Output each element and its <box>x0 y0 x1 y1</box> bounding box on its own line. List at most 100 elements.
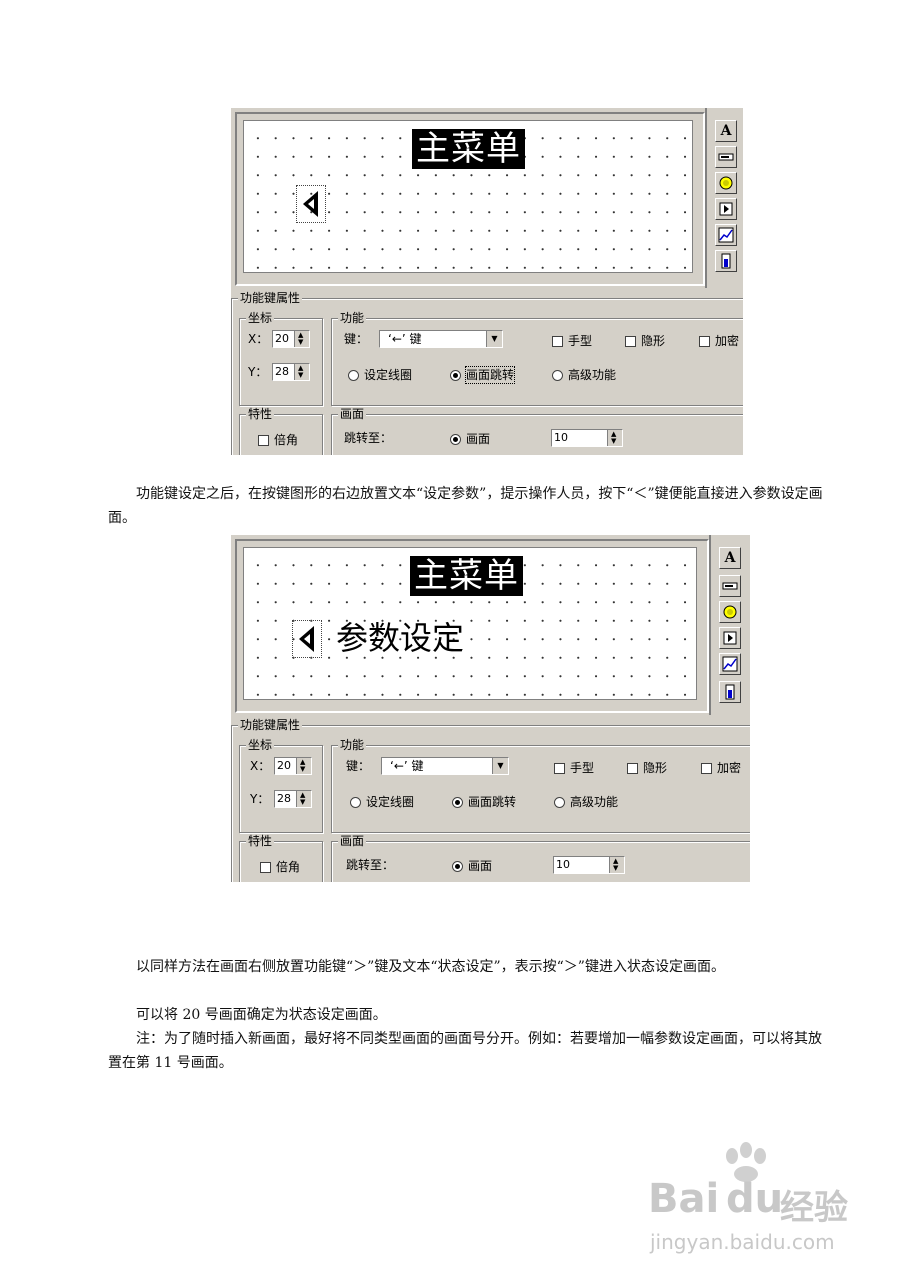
tool-palette: A <box>705 108 743 288</box>
double-size-checkbox[interactable] <box>258 435 269 446</box>
screen-canvas-frame: 主菜单 参数设定 <box>235 539 709 713</box>
watermark-product: 经验 <box>780 1188 848 1228</box>
input-field-tool-icon[interactable] <box>719 575 741 597</box>
lamp-tool-icon[interactable] <box>715 172 737 194</box>
set-coil-radio[interactable] <box>350 797 361 808</box>
left-function-key[interactable] <box>292 620 322 658</box>
editor-screenshot-2: 主菜单 参数设定 A 功能键属性 坐标 X： 20 ▲ ▼ Y： 28 ▲ ▼ 功能 键… <box>231 535 750 882</box>
paragraph-1: 功能键设定之后，在按键图形的右边放置文本“设定参数”，提示操作人员，按下“＜”键… <box>108 486 823 526</box>
hidden-checkbox[interactable] <box>625 336 636 347</box>
encrypt-checkbox[interactable] <box>699 336 710 347</box>
function-legend: 功能 <box>338 311 367 325</box>
screen-number-value: 10 <box>556 858 570 871</box>
hidden-label: 隐形 <box>641 334 666 348</box>
chevron-down-icon: ▼ <box>486 331 502 347</box>
screen-number-stepper[interactable]: 10 ▲ ▼ <box>553 856 625 874</box>
function-key-properties-title: 功能键属性 <box>238 718 303 732</box>
left-function-key[interactable] <box>296 185 326 223</box>
screen-radio-label: 画面 <box>466 432 491 446</box>
left-arrow-key-icon <box>299 626 314 652</box>
x-stepper[interactable]: 20 ▲ ▼ <box>274 757 312 775</box>
hand-label: 手型 <box>570 761 595 775</box>
hand-checkbox[interactable] <box>554 763 565 774</box>
screen-radio[interactable] <box>450 434 461 445</box>
double-size-checkbox[interactable] <box>260 862 271 873</box>
double-size-label: 倍角 <box>274 433 299 447</box>
encrypt-label: 加密 <box>717 761 742 775</box>
key-label: 键： <box>346 759 371 773</box>
advanced-label: 高级功能 <box>568 368 617 382</box>
double-size-label: 倍角 <box>276 860 301 874</box>
paragraph-3: 可以将 20 号画面确定为状态设定画面。 <box>136 1007 387 1023</box>
text-tool-icon[interactable]: A <box>719 547 741 569</box>
screen-jump-radio[interactable] <box>450 370 461 381</box>
key-select-value: ‘←’ 键 <box>390 759 424 773</box>
paragraph-2: 以同样方法在画面右侧放置功能键“＞”键及文本“状态设定”，表示按“＞”键进入状态… <box>136 959 725 975</box>
y-stepper[interactable]: 28 ▲ ▼ <box>272 363 310 381</box>
hand-checkbox[interactable] <box>552 336 563 347</box>
x-value: 20 <box>277 759 291 772</box>
main-menu-title: 主菜单 <box>412 129 525 169</box>
function-key-tool-icon[interactable] <box>719 627 741 649</box>
x-value: 20 <box>275 332 289 345</box>
trend-graph-tool-icon[interactable] <box>719 653 741 675</box>
set-coil-radio[interactable] <box>348 370 359 381</box>
y-value: 28 <box>275 365 289 378</box>
bar-tool-icon[interactable] <box>715 250 737 272</box>
hidden-checkbox[interactable] <box>627 763 638 774</box>
screen-canvas[interactable]: 主菜单 参数设定 <box>243 547 697 700</box>
advanced-radio[interactable] <box>552 370 563 381</box>
screen-group: 画面 <box>331 407 743 455</box>
left-arrow-key-icon <box>303 191 318 217</box>
function-key-tool-icon[interactable] <box>715 198 737 220</box>
encrypt-checkbox[interactable] <box>701 763 712 774</box>
chevron-down-icon: ▼ <box>492 758 508 774</box>
tool-palette: A <box>709 535 750 715</box>
y-stepper[interactable]: 28 ▲ ▼ <box>274 790 312 808</box>
x-stepper[interactable]: 20 ▲ ▼ <box>272 330 310 348</box>
screen-radio-label: 画面 <box>468 859 493 873</box>
input-field-tool-icon[interactable] <box>715 146 737 168</box>
key-label: 键： <box>344 332 369 346</box>
screen-legend: 画面 <box>338 834 367 848</box>
encrypt-label: 加密 <box>715 334 740 348</box>
watermark-brand-du: du <box>726 1176 784 1222</box>
screen-jump-radio[interactable] <box>452 797 463 808</box>
advanced-radio[interactable] <box>554 797 565 808</box>
parameter-setting-text: 参数设定 <box>336 619 465 657</box>
screen-radio[interactable] <box>452 861 463 872</box>
function-key-properties-title: 功能键属性 <box>238 291 303 305</box>
coords-legend: 坐标 <box>246 738 275 752</box>
watermark-brand: Bai <box>648 1176 720 1222</box>
text-tool-icon[interactable]: A <box>715 120 737 142</box>
bar-tool-icon[interactable] <box>719 681 741 703</box>
baidu-jingyan-watermark: Bai du 经验 jingyan.baidu.com <box>640 1140 870 1260</box>
screen-legend: 画面 <box>338 407 367 421</box>
y-label: Y： <box>250 792 270 806</box>
hidden-label: 隐形 <box>643 761 668 775</box>
screen-number-stepper[interactable]: 10 ▲ ▼ <box>551 429 623 447</box>
screen-jump-label: 画面跳转 <box>468 795 517 809</box>
hand-label: 手型 <box>568 334 593 348</box>
screen-jump-label: 画面跳转 <box>464 366 516 384</box>
y-label: Y： <box>248 365 268 379</box>
lamp-tool-icon[interactable] <box>719 601 741 623</box>
features-legend: 特性 <box>246 834 275 848</box>
main-menu-title: 主菜单 <box>410 556 523 596</box>
screen-canvas-frame: 主菜单 <box>235 112 705 286</box>
screen-number-value: 10 <box>554 431 568 444</box>
set-coil-label: 设定线圈 <box>364 368 413 382</box>
set-coil-label: 设定线圈 <box>366 795 415 809</box>
key-select-value: ‘←’ 键 <box>388 332 422 346</box>
paragraph-4: 注：为了随时插入新画面，最好将不同类型画面的画面号分开。例如：若要增加一幅参数设… <box>108 1031 822 1071</box>
x-label: X： <box>250 759 271 773</box>
editor-screenshot-1: 主菜单 A 功能键属性 坐标 X： 20 ▲ ▼ Y： 28 ▲ ▼ 功能 键： ‘←’… <box>231 108 743 455</box>
trend-graph-tool-icon[interactable] <box>715 224 737 246</box>
screen-canvas[interactable]: 主菜单 <box>243 120 693 273</box>
y-value: 28 <box>277 792 291 805</box>
jump-to-label: 跳转至： <box>346 858 395 872</box>
advanced-label: 高级功能 <box>570 795 619 809</box>
x-label: X： <box>248 332 269 346</box>
key-select[interactable]: ‘←’ 键 ▼ <box>379 330 503 348</box>
key-select[interactable]: ‘←’ 键 ▼ <box>381 757 509 775</box>
